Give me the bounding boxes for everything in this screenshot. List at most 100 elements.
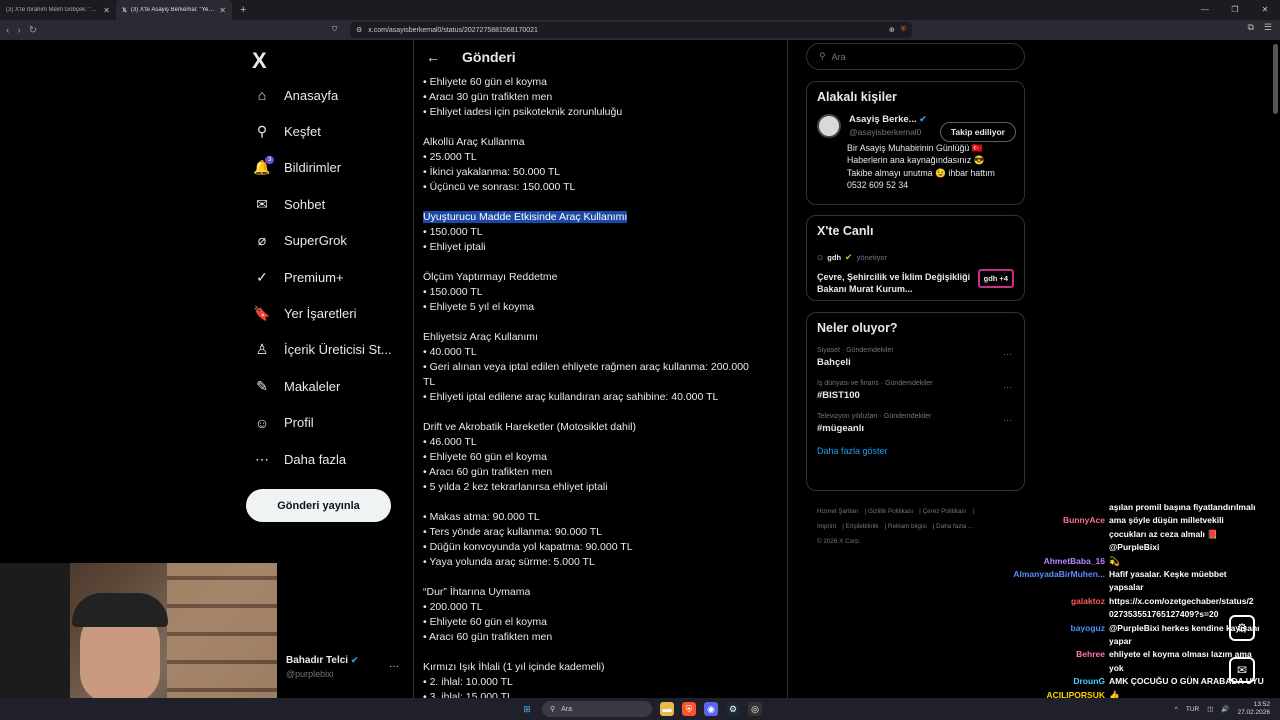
chat-username[interactable]: bayoguz [990, 622, 1105, 635]
chat-message-icon[interactable]: ✉ [1229, 657, 1255, 683]
back-icon[interactable]: ‹ [6, 25, 9, 36]
chat-username[interactable] [990, 528, 1105, 541]
address-bar[interactable]: ⛉ ⚙ x.com/asayisberkemal0/status/2027275… [332, 22, 912, 38]
footer-link[interactable]: Imprint [817, 523, 836, 530]
extensions-icon[interactable]: ⧉ [1247, 22, 1253, 33]
line-text: • Ehliyete 60 gün el koyma [423, 451, 547, 463]
tray-chevron-icon[interactable]: ^ [1175, 706, 1178, 713]
maximize-icon[interactable]: ❐ [1220, 0, 1250, 20]
line-text: Kırmızı Işık İhlali (1 yıl içinde kademe… [423, 661, 605, 673]
sidebar-item-mail[interactable]: ✉ Sohbet [250, 186, 410, 222]
footer-link[interactable]: Daha fazla ... [936, 523, 973, 530]
sidebar-item-label: Makaleler [284, 378, 341, 394]
network-icon[interactable]: ◫ [1207, 705, 1213, 713]
new-tab-icon[interactable]: + [240, 4, 246, 16]
back-arrow-icon[interactable]: ← [426, 49, 440, 65]
sidebar-item-bookmark[interactable]: 🔖 Yer İşaretleri [250, 295, 410, 331]
sidebar-item-creator[interactable]: ♙ İçerik Üreticisi St... [250, 332, 410, 368]
post-line: • 150.000 TL [423, 285, 773, 300]
search-icon: ⚲ [256, 123, 268, 140]
x-logo[interactable]: X [252, 48, 267, 74]
live-participants-badge[interactable]: gdh +4 [977, 269, 1014, 288]
trend-item[interactable]: Televizyon yıldızları · Gündemdekiler #mü… [817, 413, 1014, 434]
chat-username[interactable]: BunnyAce [990, 514, 1105, 527]
language-indicator[interactable]: TUR [1186, 706, 1199, 713]
trend-item[interactable]: İş dünyası ve finans · Gündemdekiler #BIS… [817, 380, 1014, 401]
file-explorer-icon[interactable]: ▬ [660, 702, 674, 716]
more-icon[interactable]: ··· [1003, 382, 1012, 392]
line-text: • 5 yılda 2 kez tekrarlanırsa ehliyet ip… [423, 481, 608, 493]
footer-link[interactable]: Gizlilik Politikası [868, 508, 913, 515]
chat-text: yapsalar [1109, 582, 1144, 593]
chat-username[interactable] [990, 501, 1105, 514]
close-window-icon[interactable]: ✕ [1250, 0, 1280, 20]
account-switcher[interactable]: Bahadır Telci ✔ @purplebixi [286, 655, 358, 679]
taskbar-search[interactable]: ⚲ Ara [542, 701, 652, 717]
browser-tab-2[interactable]: 𝕏 (3) X'te Asayiş Berkemal: "Yeni tr ✕ [116, 0, 232, 20]
bookmark-page-icon[interactable]: ⛉ [332, 26, 337, 34]
chat-settings-icon[interactable]: ⚙ [1229, 615, 1255, 641]
live-card[interactable]: X'te Canlı ⊙ gdh ✔ yönetiyor Çevre, Şehi… [806, 215, 1025, 301]
chat-username[interactable]: galaktoz [990, 595, 1105, 608]
sidebar-item-home[interactable]: ⌂ Anasayfa [250, 77, 410, 113]
more-icon[interactable]: ··· [1003, 349, 1012, 359]
sidebar-item-profile[interactable]: ☺ Profil [250, 405, 410, 441]
footer-link[interactable]: Çerez Politikası [923, 508, 967, 515]
sidebar-item-premium[interactable]: ✓ Premium+ [250, 259, 410, 295]
chat-username[interactable]: Behree [990, 648, 1105, 661]
forward-icon[interactable]: › [17, 25, 20, 36]
post-line: • Aracı 60 gün trafikten men [423, 465, 773, 480]
footer-link[interactable]: Hizmet Şartları [817, 508, 859, 515]
chat-username[interactable] [990, 608, 1105, 621]
footer-link[interactable]: Reklam bilgisi [888, 523, 927, 530]
brave-shield-icon[interactable]: ⛨ [901, 26, 906, 34]
footer-link[interactable]: Erişilebilirlik [846, 523, 879, 530]
zoom-icon[interactable]: ⊕ [889, 26, 895, 34]
close-icon[interactable]: ✕ [103, 6, 110, 15]
more-icon[interactable]: ··· [389, 661, 399, 672]
line-text: • Yaya yolunda araç sürme: 5.000 TL [423, 556, 595, 568]
chat-username[interactable] [990, 581, 1105, 594]
browser-tab-1[interactable]: (3) X'te İbrahim Melih Göbçek: "SİZİ ✕ [0, 0, 116, 20]
trend-item[interactable]: Siyaset · Gündemdekiler Bahçeli ··· [817, 347, 1014, 368]
post-line: • Düğün konvoyunda yol kapatma: 90.000 T… [423, 540, 773, 555]
minimize-icon[interactable]: — [1190, 0, 1220, 20]
search-input[interactable]: ⚲ Ara [806, 43, 1025, 70]
reload-icon[interactable]: ↻ [29, 25, 37, 36]
chat-username[interactable] [990, 541, 1105, 554]
menu-icon[interactable]: ☰ [1264, 22, 1272, 33]
live-stream-title[interactable]: Çevre, Şehircilik ve İklim Değişikliği B… [817, 271, 972, 295]
obs-icon[interactable]: ◎ [748, 702, 762, 716]
scrollbar[interactable] [1273, 44, 1278, 114]
following-button[interactable]: Takip ediliyor [939, 122, 1016, 142]
post-line: • Yaya yolunda araç sürme: 5.000 TL [423, 555, 773, 570]
sidebar-item-bell[interactable]: 🔔 3 Bildirimler [250, 150, 410, 186]
live-host-icon: ⊙ [817, 253, 824, 262]
chat-username[interactable] [990, 662, 1105, 675]
sidebar-item-search[interactable]: ⚲ Keşfet [250, 113, 410, 149]
avatar[interactable] [817, 114, 841, 138]
site-info-icon[interactable]: ⚙ [356, 26, 362, 34]
chat-username[interactable]: AlmanyadaBirMuhen... [990, 568, 1105, 581]
steam-icon[interactable]: ⚙ [726, 702, 740, 716]
chat-username[interactable]: AhmetBaba_16 [990, 555, 1105, 568]
chat-username[interactable]: DrounG [990, 675, 1105, 688]
sidebar-item-articles[interactable]: ✎ Makaleler [250, 368, 410, 404]
discord-icon[interactable]: ◉ [704, 702, 718, 716]
show-more-link[interactable]: Daha fazla göster [817, 446, 1014, 456]
home-icon: ⌂ [257, 87, 267, 104]
clock[interactable]: 13:52 27.02.2026 [1237, 701, 1270, 717]
sidebar-item-grok[interactable]: ⌀ SuperGrok [250, 223, 410, 259]
volume-icon[interactable]: 🔊 [1221, 705, 1229, 713]
line-text: • 2. ihlal: 10.000 TL [423, 676, 513, 688]
close-icon[interactable]: ✕ [219, 6, 226, 15]
page-title: Gönderi [462, 49, 516, 65]
chat-username[interactable] [990, 635, 1105, 648]
brave-browser-icon[interactable]: ⛨ [682, 702, 696, 716]
more-icon[interactable]: ··· [1003, 415, 1012, 425]
sidebar-item-more[interactable]: ⋯ Daha fazla [250, 441, 410, 477]
post-button[interactable]: Gönderi yayınla [246, 489, 391, 522]
chat-text: yok [1109, 662, 1124, 673]
windows-start-icon[interactable]: ⊞ [520, 702, 534, 716]
trend-name: #mügeanlı [817, 423, 864, 434]
